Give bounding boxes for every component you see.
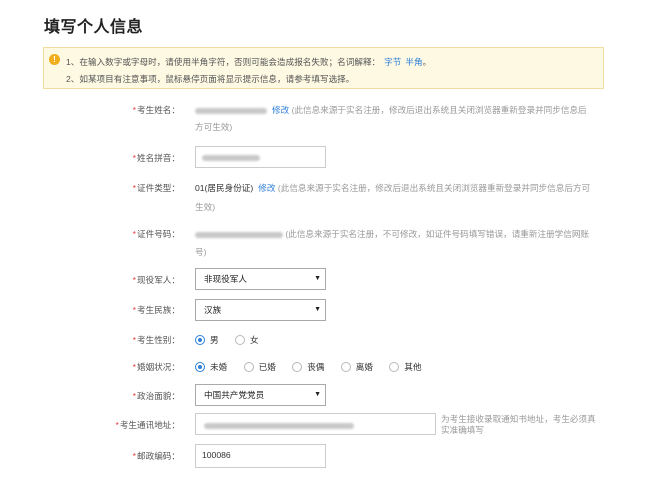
veteran-select[interactable]: 非现役军人 ▼ [195, 268, 326, 290]
radio-icon[interactable] [389, 362, 400, 372]
address-input[interactable] [195, 413, 436, 435]
gender-radio-group: 男 女 [195, 334, 273, 347]
pinyin-label: *姓名拼音： [132, 153, 180, 163]
radio-icon[interactable] [243, 362, 254, 372]
radio-checked-icon[interactable] [195, 362, 205, 372]
veteran-label: *现役军人： [132, 275, 180, 285]
gender-option-male[interactable]: 男 [195, 334, 219, 346]
postcode-input[interactable]: 100086 [195, 444, 326, 468]
redacted-name [195, 107, 267, 114]
page-title: 填写个人信息 [44, 19, 144, 36]
name-value: 修改 (此信息来源于实名注册，修改后退出系统且关闭浏览器重新登录并同步信息后 [195, 104, 587, 116]
marital-option-married[interactable]: 已婚 [243, 361, 276, 373]
id-number-value: (此信息来源于实名注册，不可修改，如证件号码填写错误，请重新注册学信网账 [195, 228, 589, 240]
marital-option-divorced[interactable]: 离婚 [340, 361, 373, 373]
id-type-value: 01(居民身份证) 修改 (此信息来源于实名注册，修改后退出系统且关闭浏览器重新登… [195, 183, 591, 193]
address-label: *考生通讯地址： [115, 420, 180, 430]
marital-option-other[interactable]: 其他 [389, 361, 422, 373]
warning-icon: ! [49, 54, 60, 65]
marital-option-single[interactable]: 未婚 [195, 361, 227, 373]
marital-option-widowed[interactable]: 丧偶 [292, 361, 324, 373]
political-label: *政治面貌： [132, 391, 180, 401]
pinyin-input[interactable] [195, 146, 326, 168]
radio-icon[interactable] [235, 335, 245, 345]
radio-icon[interactable] [340, 362, 351, 372]
notice-link-halfwidth[interactable]: 半角 [405, 57, 422, 67]
redacted-pinyin [202, 154, 260, 161]
redacted-id-number [195, 231, 283, 238]
marital-label: *婚姻状况： [132, 362, 180, 372]
id-type-edit-link[interactable]: 修改 [258, 183, 275, 193]
address-hint: 为考生接收录取通知书地址，考生必须真 实准确填写 [441, 414, 596, 435]
redacted-address [204, 423, 354, 430]
notice-box: ! 1、在输入数字或字母时，请使用半角字符，否则可能会造成报名失败；名词解释：字… [43, 47, 604, 89]
postcode-label: *邮政编码： [132, 451, 180, 461]
name-label: *考生姓名： [132, 105, 180, 115]
ethnicity-label: *考生民族： [132, 305, 180, 315]
radio-icon[interactable] [292, 362, 303, 372]
dropdown-arrow-icon: ▼ [314, 391, 321, 398]
name-edit-link[interactable]: 修改 [272, 105, 289, 115]
dropdown-arrow-icon: ▼ [314, 275, 321, 282]
id-type-label: *证件类型： [132, 183, 180, 193]
notice-line-2: 2、如某项目有注意事项，鼠标悬停页面将显示提示信息，请参考填写选择。 [66, 74, 355, 84]
notice-link-byte[interactable]: 字节 [384, 57, 401, 67]
marital-radio-group: 未婚 已婚 丧偶 离婚 其他 [195, 361, 436, 374]
political-select[interactable]: 中国共产党党员 ▼ [195, 384, 326, 406]
gender-option-female[interactable]: 女 [235, 334, 259, 346]
notice-line-1: 1、在输入数字或字母时，请使用半角字符，否则可能会造成报名失败；名词解释： 字节半… [66, 57, 432, 67]
radio-checked-icon[interactable] [195, 335, 205, 345]
dropdown-arrow-icon: ▼ [314, 306, 321, 313]
id-number-label: *证件号码： [132, 229, 180, 239]
ethnicity-select[interactable]: 汉族 ▼ [195, 299, 326, 321]
gender-label: *考生性别： [132, 335, 180, 345]
